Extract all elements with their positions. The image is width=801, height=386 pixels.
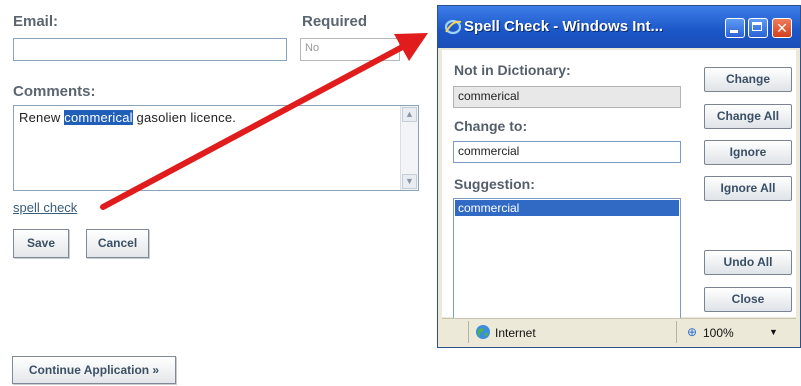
minimize-button[interactable] (725, 18, 745, 38)
window-titlebar[interactable]: Spell Check - Windows Int... ✕ (438, 6, 800, 48)
not-in-dictionary-label: Not in Dictionary: (454, 62, 571, 78)
window-title: Spell Check - Windows Int... (464, 18, 664, 35)
change-button[interactable]: Change (704, 67, 792, 92)
status-bar: Internet ⊕ 100% ▼ (442, 318, 796, 345)
globe-icon (476, 325, 490, 339)
zoom-icon: ⊕ (687, 325, 698, 339)
status-zone: Internet (468, 321, 671, 343)
not-in-dictionary-field: commerical (453, 86, 681, 108)
spell-check-dialog: Not in Dictionary: commerical Change to:… (442, 50, 796, 320)
zoom-level: 100% (703, 326, 734, 340)
spell-check-window[interactable]: Spell Check - Windows Int... ✕ Not in Di… (437, 5, 801, 348)
close-window-button[interactable]: ✕ (772, 18, 792, 38)
ignore-all-button[interactable]: Ignore All (704, 176, 792, 201)
ignore-button[interactable]: Ignore (704, 140, 792, 165)
close-button[interactable]: Close (704, 287, 792, 312)
change-to-input[interactable]: commercial (453, 141, 681, 163)
status-zone-text: Internet (495, 326, 536, 340)
suggestion-item[interactable]: commercial (455, 200, 679, 216)
change-all-button[interactable]: Change All (704, 104, 792, 129)
change-to-label: Change to: (454, 118, 528, 134)
undo-all-button[interactable]: Undo All (704, 250, 792, 275)
zoom-control[interactable]: ⊕ 100% ▼ (676, 321, 797, 343)
maximize-button[interactable] (748, 18, 768, 38)
zoom-dropdown-icon[interactable]: ▼ (769, 327, 778, 337)
suggestion-label: Suggestion: (454, 176, 535, 192)
suggestion-listbox[interactable]: commercial (453, 198, 681, 320)
ie-logo-icon (444, 19, 462, 35)
